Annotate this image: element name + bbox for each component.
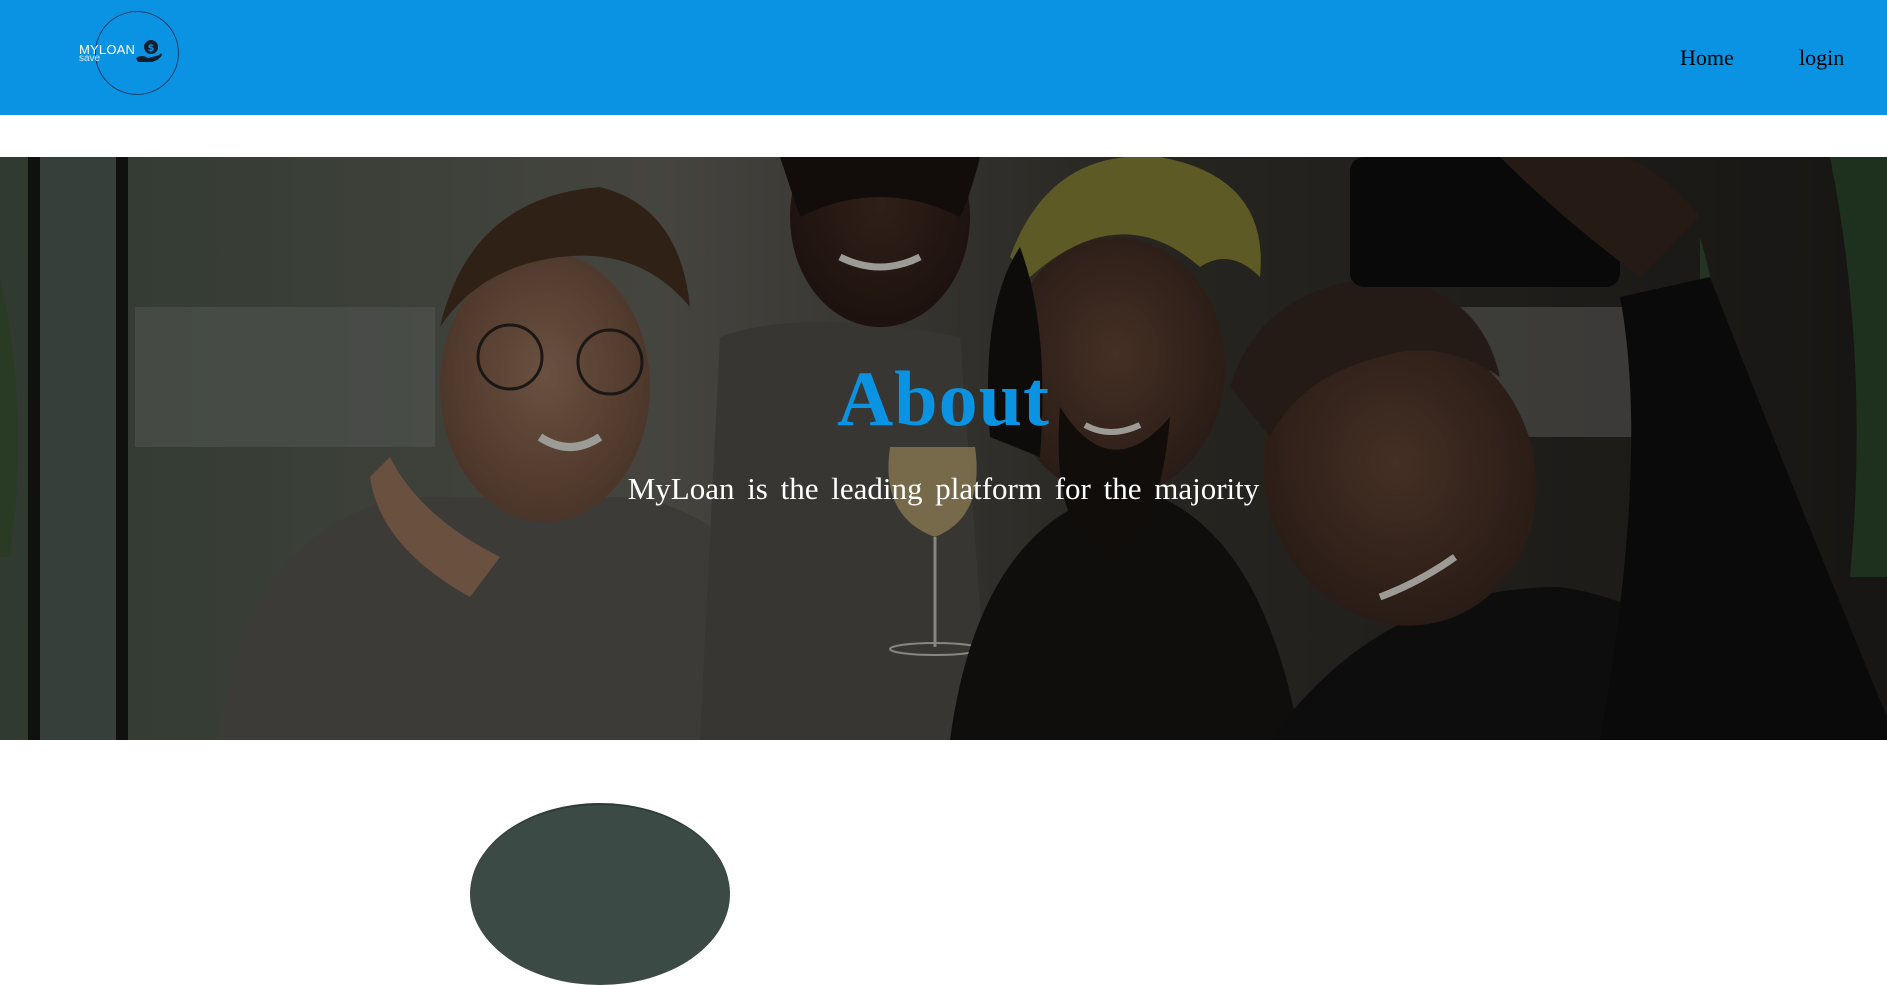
nav-login-link[interactable]: login <box>1799 45 1844 71</box>
logo-subtitle: save <box>79 53 101 64</box>
svg-text:$: $ <box>148 43 155 54</box>
profile-image-circle <box>470 803 730 985</box>
hero-title: About <box>836 355 1051 442</box>
hero-subtitle: MyLoan is the leading platform for the m… <box>627 471 1260 506</box>
hero-background-photo <box>0 157 1887 740</box>
nav-home-link[interactable]: Home <box>1680 45 1734 71</box>
hand-dollar-icon: $ <box>136 40 162 62</box>
top-navbar: MYLOAN save $ Home login <box>0 0 1887 115</box>
about-hero-banner: About MyLoan is the leading platform for… <box>0 157 1887 740</box>
